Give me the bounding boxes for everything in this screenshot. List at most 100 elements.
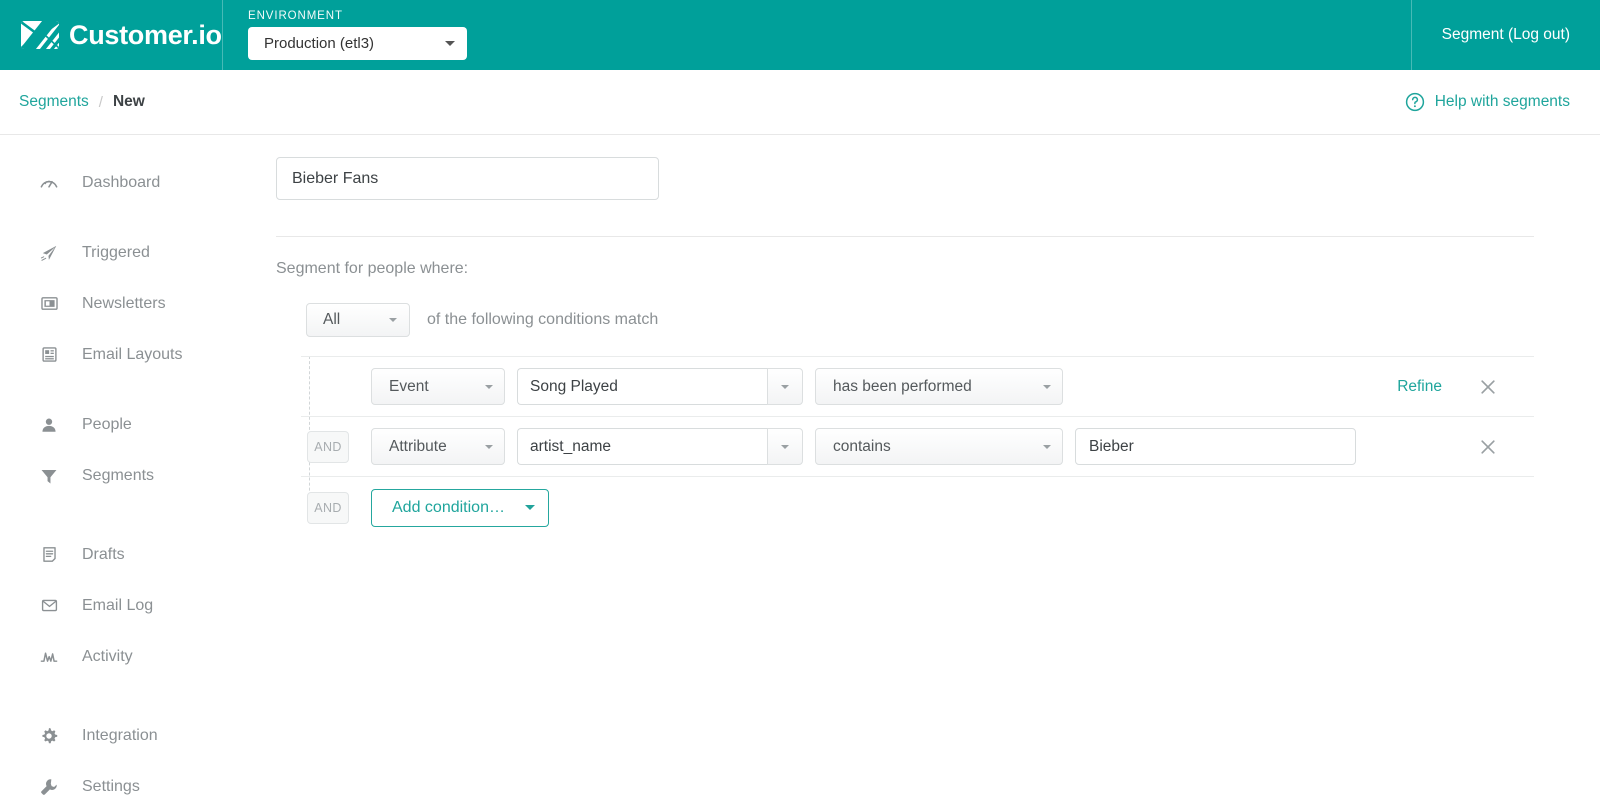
envelope-logo-icon [20, 20, 60, 50]
condition-row: AND Attribute contains [301, 416, 1534, 476]
layout-icon [38, 344, 60, 366]
chevron-down-icon [1043, 384, 1051, 389]
sidebar-item-dashboard[interactable]: Dashboard [0, 157, 276, 208]
and-badge: AND [307, 430, 349, 463]
chevron-down-icon [485, 444, 493, 449]
condition-type-select[interactable]: Attribute [371, 428, 505, 465]
condition-value-input[interactable] [1075, 428, 1356, 465]
sidebar-item-label: Dashboard [82, 173, 161, 191]
sidebar-item-email-log[interactable]: Email Log [0, 580, 276, 631]
wrench-icon [38, 776, 60, 798]
condition-target-dropdown-button[interactable] [767, 428, 803, 465]
breadcrumb-bar: Segments / New Help with segments [0, 70, 1600, 135]
condition-target-input[interactable] [517, 368, 767, 405]
condition-target-dropdown-button[interactable] [767, 368, 803, 405]
environment-select-value: Production (etl3) [264, 35, 375, 52]
match-mode-value: All [323, 311, 341, 328]
condition-type-value: Event [389, 377, 429, 395]
environment-select[interactable]: Production (etl3) [248, 27, 467, 60]
sidebar-item-label: Segments [82, 466, 155, 484]
chevron-down-icon [524, 505, 535, 510]
paper-plane-icon [38, 242, 60, 264]
segment-intro-text: Segment for people where: [276, 260, 469, 277]
chevron-down-icon [1043, 444, 1051, 449]
sidebar-item-people[interactable]: People [0, 399, 276, 450]
main-content: Segment for people where: All of the fol… [276, 135, 1600, 812]
brand-logo[interactable]: Customer.io [0, 0, 222, 70]
sidebar-item-segments[interactable]: Segments [0, 450, 276, 501]
breadcrumb-parent-link[interactable]: Segments [19, 93, 89, 111]
sidebar-item-activity[interactable]: Activity [0, 631, 276, 682]
chevron-down-icon [389, 318, 397, 322]
sidebar-item-newsletters[interactable]: Newsletters [0, 278, 276, 329]
document-icon [38, 544, 60, 566]
help-with-segments-label: Help with segments [1434, 93, 1570, 110]
chevron-down-icon [781, 444, 789, 449]
condition-type-select[interactable]: Event [371, 368, 505, 405]
sidebar-item-label: Drafts [82, 545, 125, 563]
section-divider [276, 236, 1534, 237]
condition-operator-select[interactable]: contains [815, 428, 1063, 465]
condition-operator-value: has been performed [833, 377, 972, 395]
question-circle-icon [1405, 92, 1425, 112]
match-mode-select[interactable]: All [306, 303, 410, 337]
match-mode-row: All of the following conditions match [306, 303, 1540, 337]
sidebar-item-drafts[interactable]: Drafts [0, 529, 276, 580]
sidebar: Dashboard Triggered Newsletters Email La… [0, 135, 276, 812]
topbar-left-divider [222, 0, 223, 70]
sidebar-item-settings[interactable]: Settings [0, 761, 276, 812]
envelope-icon [38, 595, 60, 617]
newspaper-icon [38, 293, 60, 315]
chevron-down-icon [445, 41, 455, 46]
sidebar-item-triggered[interactable]: Triggered [0, 227, 276, 278]
brand-name: Customer.io [69, 19, 222, 50]
condition-type-value: Attribute [389, 437, 447, 455]
chevron-down-icon [485, 384, 493, 389]
environment-selector-group: ENVIRONMENT Production (etl3) [248, 10, 467, 60]
condition-target-combobox [517, 428, 803, 465]
refine-link[interactable]: Refine [1397, 378, 1442, 396]
top-bar: Customer.io ENVIRONMENT Production (etl3… [0, 0, 1600, 70]
help-with-segments-link[interactable]: Help with segments [1405, 92, 1570, 112]
condition-target-input[interactable] [517, 428, 767, 465]
environment-label: ENVIRONMENT [248, 10, 343, 22]
account-logout-link[interactable]: Segment (Log out) [1412, 0, 1600, 70]
condition-row: Event has been performed Re [301, 356, 1534, 416]
segment-name-input[interactable] [276, 157, 659, 200]
sidebar-item-label: Activity [82, 647, 133, 665]
sidebar-item-label: Newsletters [82, 294, 166, 312]
funnel-icon [38, 465, 60, 487]
gauge-icon [38, 172, 60, 194]
sidebar-item-label: Integration [82, 726, 158, 744]
sidebar-item-integration[interactable]: Integration [0, 710, 276, 761]
sidebar-item-label: Email Log [82, 596, 154, 614]
person-icon [38, 414, 60, 436]
add-condition-button[interactable]: Add condition… [371, 488, 549, 527]
add-condition-label: Add condition… [392, 498, 505, 516]
activity-icon [38, 646, 60, 668]
close-icon[interactable] [1478, 377, 1498, 397]
match-mode-description: of the following conditions match [427, 311, 659, 328]
add-condition-row: AND Add condition… [301, 476, 1534, 538]
condition-fields: Attribute contains [371, 428, 1356, 465]
conditions-list: Event has been performed Re [301, 356, 1534, 538]
breadcrumb-current: New [112, 93, 145, 110]
condition-fields: Event has been performed [371, 368, 1063, 405]
sidebar-item-label: Triggered [82, 243, 150, 261]
and-badge: AND [307, 491, 349, 524]
condition-operator-value: contains [833, 437, 891, 455]
breadcrumb-separator: / [98, 93, 103, 111]
page-body: Dashboard Triggered Newsletters Email La… [0, 135, 1600, 812]
sidebar-item-email-layouts[interactable]: Email Layouts [0, 329, 276, 380]
sidebar-item-label: Settings [82, 777, 140, 795]
close-icon[interactable] [1478, 437, 1498, 457]
sidebar-item-label: People [82, 415, 132, 433]
sidebar-item-label: Email Layouts [82, 345, 183, 363]
chevron-down-icon [781, 384, 789, 389]
condition-operator-select[interactable]: has been performed [815, 368, 1063, 405]
condition-target-combobox [517, 368, 803, 405]
